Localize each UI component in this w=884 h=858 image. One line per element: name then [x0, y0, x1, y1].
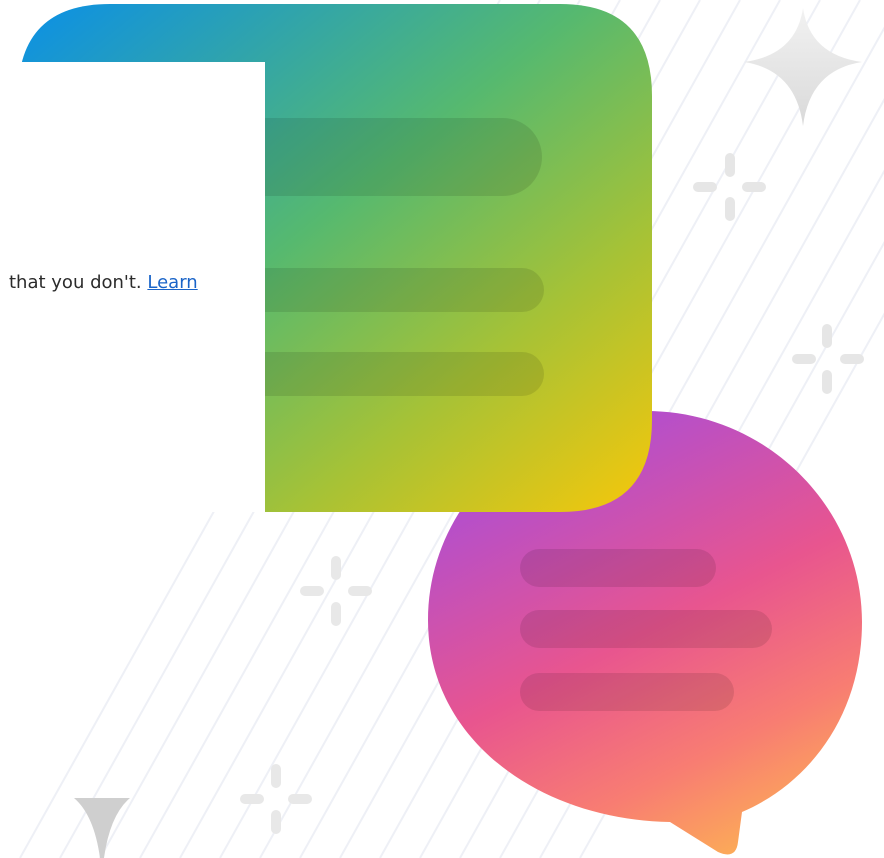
small-sparkle-icon	[240, 764, 312, 834]
small-sparkle-icon	[300, 556, 372, 626]
small-sparkle-icon	[693, 153, 766, 221]
partial-sparkle-icon	[74, 798, 130, 858]
onboarding-message: that you don't. Learn	[9, 270, 198, 296]
large-sparkle-icon	[744, 8, 862, 126]
small-sparkle-icon	[792, 324, 864, 394]
onboarding-screen: that you don't. Learn	[0, 0, 884, 858]
message-text: that you don't.	[9, 272, 142, 293]
learn-more-link[interactable]: Learn	[147, 272, 197, 293]
